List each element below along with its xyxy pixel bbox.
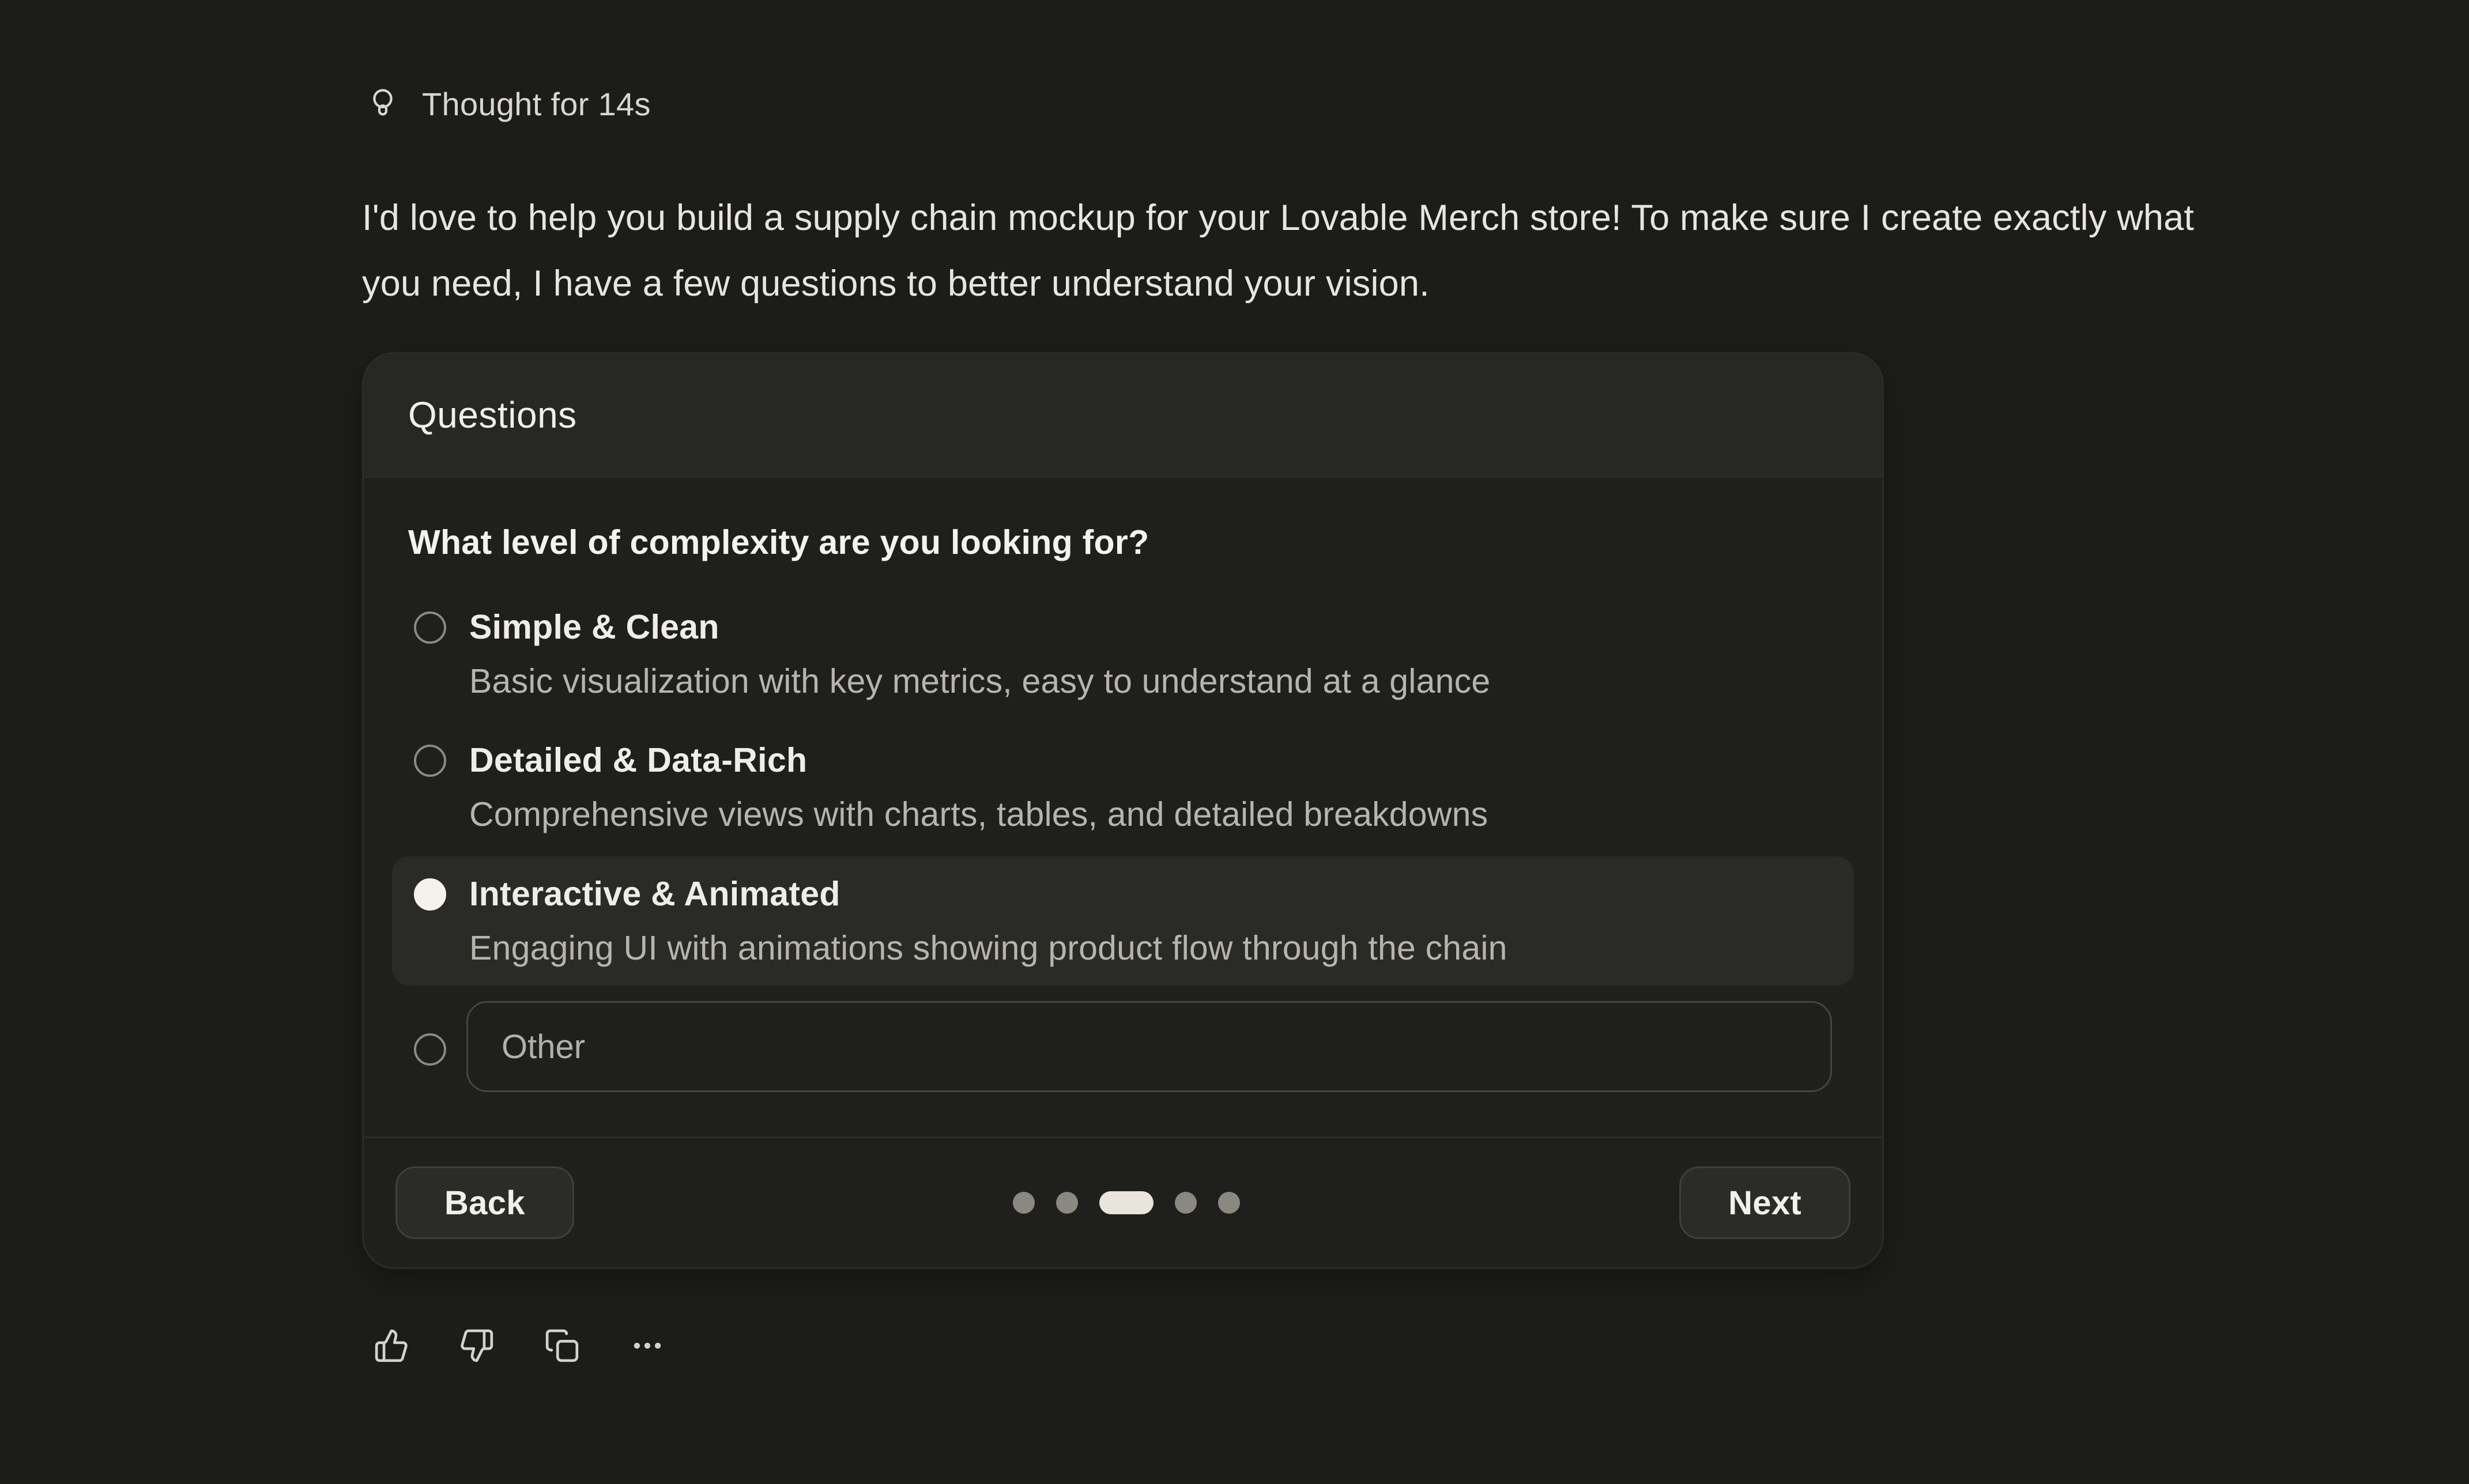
card-title: Questions (408, 394, 577, 436)
option-label: Interactive & Animated (469, 873, 1507, 915)
pagination-dot (1175, 1192, 1197, 1214)
thumbs-up-icon (374, 1328, 409, 1364)
option-other[interactable] (392, 1001, 1854, 1092)
question-text: What level of complexity are you looking… (408, 523, 1854, 562)
pagination-dot (1013, 1192, 1035, 1214)
thumbs-up-button[interactable] (374, 1328, 409, 1364)
thumbs-down-icon (459, 1328, 495, 1364)
thumbs-down-button[interactable] (459, 1328, 495, 1364)
radio-unselected-icon[interactable] (414, 1033, 446, 1066)
chat-message-region: Thought for 14s I'd love to help you bui… (0, 0, 2469, 1364)
option-description: Comprehensive views with charts, tables,… (469, 793, 1488, 836)
radio-selected-icon[interactable] (414, 878, 446, 911)
option-description: Basic visualization with key metrics, ea… (469, 660, 1490, 703)
thought-label: Thought for 14s (422, 85, 651, 123)
assistant-message-text: I'd love to help you build a supply chai… (362, 185, 2230, 316)
option-interactive-animated-selected[interactable]: Interactive & Animated Engaging UI with … (392, 856, 1854, 985)
questions-card: Questions What level of complexity are y… (362, 352, 1884, 1269)
copy-button[interactable] (544, 1328, 580, 1364)
questions-card-body: What level of complexity are you looking… (364, 478, 1882, 1136)
option-text: Detailed & Data-Rich Comprehensive views… (469, 739, 1488, 836)
other-input[interactable] (466, 1001, 1832, 1092)
options-list: Simple & Clean Basic visualization with … (392, 606, 1854, 1092)
copy-icon (544, 1328, 580, 1364)
lightbulb-icon (369, 88, 397, 121)
pagination-dot (1056, 1192, 1078, 1214)
more-options-button[interactable] (629, 1328, 665, 1364)
pagination-dots (1013, 1191, 1240, 1214)
option-detailed-data-rich[interactable]: Detailed & Data-Rich Comprehensive views… (392, 739, 1854, 836)
pagination-dot (1218, 1192, 1240, 1214)
option-label: Detailed & Data-Rich (469, 739, 1488, 781)
more-options-icon (629, 1328, 665, 1364)
pagination-dot-active (1099, 1191, 1154, 1214)
back-button[interactable]: Back (395, 1166, 574, 1239)
next-button[interactable]: Next (1679, 1166, 1850, 1239)
option-text: Simple & Clean Basic visualization with … (469, 606, 1490, 703)
radio-unselected-icon[interactable] (414, 611, 446, 644)
message-actions-row (374, 1328, 2469, 1364)
questions-card-footer: Back Next (364, 1136, 1882, 1267)
option-description: Engaging UI with animations showing prod… (469, 927, 1507, 969)
option-label: Simple & Clean (469, 606, 1490, 648)
radio-unselected-icon[interactable] (414, 745, 446, 777)
option-simple-clean[interactable]: Simple & Clean Basic visualization with … (392, 606, 1854, 703)
thought-summary-toggle[interactable]: Thought for 14s (369, 85, 651, 123)
questions-card-header: Questions (364, 354, 1882, 478)
option-text: Interactive & Animated Engaging UI with … (469, 873, 1507, 969)
